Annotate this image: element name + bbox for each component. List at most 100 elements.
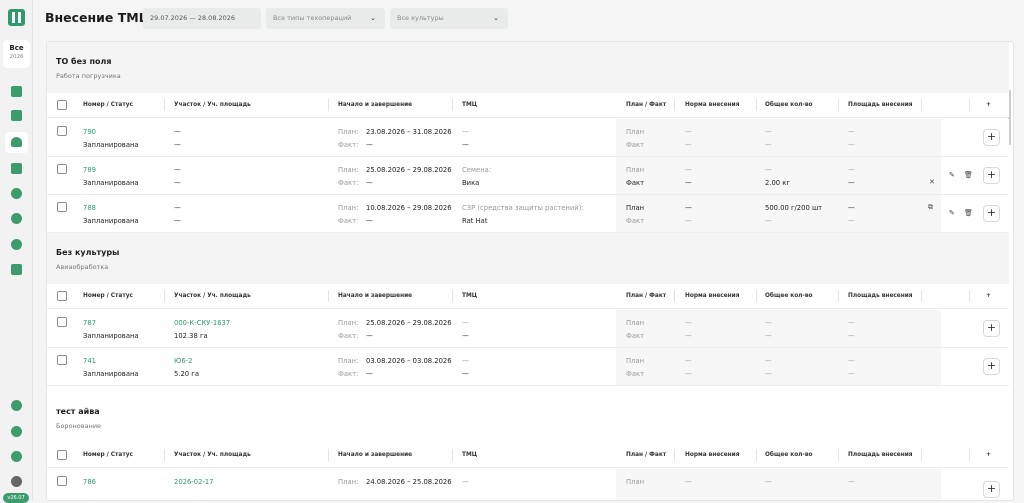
close-icon[interactable]: ✕: [929, 178, 935, 186]
total-fact: —: [765, 217, 772, 225]
date-range-filter[interactable]: 29.07.2026 — 28.08.2026: [143, 8, 261, 29]
add-tmc-button[interactable]: +: [983, 481, 1000, 498]
row-checkbox[interactable]: [57, 164, 67, 174]
operation-number-link[interactable]: 741: [83, 357, 96, 365]
row-checkbox[interactable]: [57, 126, 67, 136]
tmc-type: СЗР (средства защиты растений):: [462, 204, 584, 212]
plan-fact-area: [616, 469, 941, 500]
operation-number-link[interactable]: 787: [83, 319, 96, 327]
table-row[interactable]: 790 Запланирована — — План: 23.08.2026 –…: [47, 119, 1009, 157]
plan-short: План: [626, 357, 645, 365]
apparea-fact: —: [848, 179, 855, 187]
tmc-name: —: [462, 332, 469, 340]
add-tmc-button[interactable]: +: [983, 129, 1000, 146]
select-all-checkbox[interactable]: [57, 100, 67, 110]
pie-chart-icon[interactable]: [11, 239, 22, 250]
tractor-icon[interactable]: [5, 132, 28, 153]
trash-icon[interactable]: 🗑: [964, 171, 973, 179]
add-tmc-button[interactable]: +: [983, 320, 1000, 337]
table-row[interactable]: 788 Запланирована — — План: 10.08.2026 –…: [47, 195, 1009, 233]
table-row[interactable]: 786 2026-02-17 План: 24.08.2026 – 25.08.…: [47, 469, 1009, 500]
help-icon[interactable]: [11, 426, 22, 437]
field-link[interactable]: 2026-02-17: [174, 478, 214, 486]
tmc-name: —: [462, 370, 469, 378]
operations-table[interactable]: ТО без поля Работа погрузчика Номер / Ст…: [46, 41, 1014, 501]
add-column-button[interactable]: +: [986, 452, 991, 458]
field-area: —: [174, 141, 181, 149]
operation-number-link[interactable]: 790: [83, 128, 96, 136]
copy-icon[interactable]: ⧉: [928, 203, 933, 212]
col-tmc: ТМЦ: [462, 293, 478, 299]
crop-select[interactable]: Все культуры ⌄: [390, 8, 508, 29]
total-plan: —: [765, 166, 772, 174]
row-checkbox[interactable]: [57, 476, 67, 486]
col-norm: Норма внесения: [685, 293, 740, 299]
col-number-status: Номер / Статус: [83, 452, 133, 458]
add-column-button[interactable]: +: [986, 102, 991, 108]
col-area: Участок / Уч. площадь: [174, 452, 251, 458]
add-tmc-button[interactable]: +: [983, 205, 1000, 222]
column-divider: [328, 449, 329, 461]
gear-icon[interactable]: [11, 400, 22, 411]
group-subtitle: Авиаобработка: [56, 263, 109, 271]
row-checkbox[interactable]: [57, 355, 67, 365]
operation-number-link[interactable]: 789: [83, 166, 96, 174]
edit-icon[interactable]: ✎: [949, 171, 955, 179]
add-tmc-button[interactable]: +: [983, 167, 1000, 184]
operation-type-select[interactable]: Все типы техопераций ⌄: [266, 8, 385, 29]
total-fact: —: [765, 332, 772, 340]
plan-dates: 23.08.2026 – 31.08.2026: [366, 128, 452, 136]
user-icon[interactable]: [11, 451, 22, 462]
field-link[interactable]: 000-К-СКУ-1637: [174, 319, 230, 327]
row-checkbox[interactable]: [57, 317, 67, 327]
warehouse-icon[interactable]: [11, 264, 22, 275]
operation-number-link[interactable]: 788: [83, 204, 96, 212]
fact-dates: —: [366, 141, 373, 149]
fact-label: Факт:: [338, 141, 359, 149]
plan-dates: 25.08.2026 – 29.08.2026: [366, 166, 452, 174]
column-divider: [756, 99, 757, 111]
norm-plan: —: [685, 204, 692, 212]
col-number-status: Номер / Статус: [83, 293, 133, 299]
season-selector[interactable]: Все 2026: [3, 40, 30, 68]
select-all-checkbox[interactable]: [57, 291, 67, 301]
share-icon[interactable]: [11, 476, 22, 487]
apparea-plan: —: [848, 204, 855, 212]
app-logo[interactable]: [8, 9, 25, 26]
leaf-icon[interactable]: [11, 188, 22, 199]
apparea-plan: —: [848, 166, 855, 174]
norm-fact: —: [685, 370, 692, 378]
norm-fact: —: [685, 332, 692, 340]
norm-fact: —: [685, 179, 692, 187]
norm-fact: —: [685, 141, 692, 149]
tmc-type: —: [462, 478, 469, 486]
table-row[interactable]: 787 Запланирована 000-К-СКУ-1637 102.38 …: [47, 310, 1009, 348]
column-divider: [969, 290, 970, 302]
add-column-button[interactable]: +: [986, 293, 991, 299]
group-title: ТО без поля: [56, 57, 112, 66]
add-tmc-button[interactable]: +: [983, 358, 1000, 375]
row-checkbox[interactable]: [57, 202, 67, 212]
operation-type-placeholder: Все типы техопераций: [273, 14, 352, 22]
operation-number-link[interactable]: 786: [83, 478, 96, 486]
edit-icon[interactable]: ✎: [949, 209, 955, 217]
layers-icon[interactable]: [11, 110, 22, 121]
tmc-type: —: [462, 128, 469, 136]
settings-icon[interactable]: [11, 213, 22, 224]
trash-icon[interactable]: 🗑: [964, 209, 973, 217]
column-divider: [164, 449, 165, 461]
norm-plan: —: [685, 128, 692, 136]
select-all-checkbox[interactable]: [57, 450, 67, 460]
field-link[interactable]: Ю6-2: [174, 357, 192, 365]
map-icon[interactable]: [11, 86, 22, 97]
table-row[interactable]: 789 Запланирована — — План: 25.08.2026 –…: [47, 157, 1009, 195]
group-header: тест айва Боронование: [47, 392, 1009, 443]
apparea-plan: —: [848, 319, 855, 327]
clipboard-icon[interactable]: [11, 163, 22, 174]
fact-dates: —: [366, 370, 373, 378]
page-header: Внесение ТМЦ 29.07.2026 — 28.08.2026 Все…: [33, 0, 1024, 40]
field-area: —: [174, 179, 181, 187]
group-header: ТО без поля Работа погрузчика: [47, 42, 1009, 93]
table-row[interactable]: 741 Запланирована Ю6-2 5.20 га План: 03.…: [47, 348, 1009, 386]
plan-dates: 10.08.2026 – 29.08.2026: [366, 204, 452, 212]
